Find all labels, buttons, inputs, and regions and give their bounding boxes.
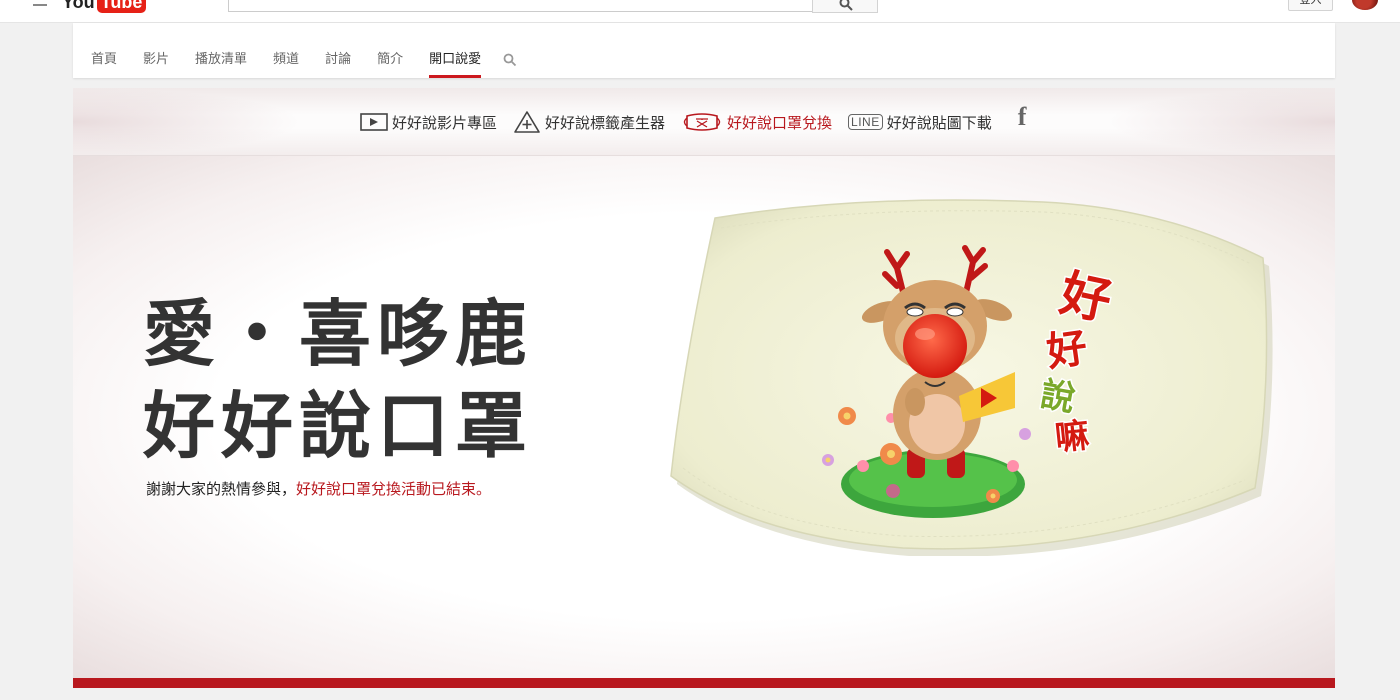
masthead-search-button[interactable] [812, 0, 878, 13]
logo-tube-text: Tube [96, 0, 147, 13]
channel-search-icon[interactable] [503, 53, 517, 67]
banner-menu-items: 好好說影片專區 好好說標籤產生器 好好說口罩兌換 LINE 好好說貼圖下載 f [360, 102, 1026, 134]
banner-bottom-bar [73, 678, 1335, 688]
line-icon: LINE [848, 114, 883, 130]
youtube-logo[interactable]: You Tube [62, 0, 147, 14]
tab-home[interactable]: 首頁 [91, 23, 117, 78]
menu-sticker-download[interactable]: LINE 好好說貼圖下載 [848, 112, 992, 133]
menu-video-zone-label: 好好說影片專區 [392, 113, 498, 132]
banner-menu: 好好說影片專區 好好說標籤產生器 好好說口罩兌換 LINE 好好說貼圖下載 f [73, 88, 1335, 156]
mask-icon [681, 112, 723, 132]
tab-about[interactable]: 簡介 [377, 23, 403, 78]
masthead-search-input[interactable] [228, 0, 813, 12]
guide-menu-icon[interactable] [33, 0, 47, 6]
art-char-4: 嘛 [1053, 415, 1091, 458]
menu-video-zone[interactable]: 好好說影片專區 [360, 112, 497, 133]
tab-speak-love[interactable]: 開口說愛 [429, 23, 482, 78]
art-char-2: 好 [1043, 325, 1090, 376]
mask-illustration: 好 好 說 嘛 [670, 199, 1273, 556]
facebook-icon[interactable]: f [1018, 102, 1027, 132]
avatar[interactable] [1352, 0, 1378, 10]
menu-tag-generator[interactable]: 好好說標籤產生器 [513, 110, 665, 134]
headline-line-2: 好好說口罩 [143, 383, 534, 468]
search-icon [839, 0, 853, 11]
tag-plus-icon [513, 110, 541, 134]
campaign-notice: 謝謝大家的熱情參與，好好說口罩兌換活動已結束。 [146, 478, 491, 499]
tab-videos[interactable]: 影片 [143, 23, 169, 78]
masthead: You Tube 登入 [0, 0, 1400, 23]
logo-you-text: You [62, 0, 95, 12]
campaign-banner: 好好說影片專區 好好說標籤產生器 好好說口罩兌換 LINE 好好說貼圖下載 f … [73, 88, 1335, 688]
banner-body: 愛・喜哆鹿 好好說口罩 謝謝大家的熱情參與，好好說口罩兌換活動已結束。 好 好 … [73, 156, 1335, 678]
line-icon-text: LINE [848, 114, 883, 130]
notice-prefix: 謝謝大家的熱情參與， [146, 480, 297, 498]
tab-channels[interactable]: 頻道 [273, 23, 299, 78]
channel-nav: 首頁 影片 播放清單 頻道 討論 簡介 開口說愛 [73, 23, 1335, 78]
play-icon [360, 112, 388, 132]
signin-button[interactable]: 登入 [1288, 0, 1333, 11]
tab-playlists[interactable]: 播放清單 [195, 23, 247, 78]
notice-highlight: 好好說口罩兌換活動已結束。 [296, 480, 492, 498]
tab-discussion[interactable]: 討論 [325, 23, 351, 78]
channel-tabs: 首頁 影片 播放清單 頻道 討論 簡介 開口說愛 [73, 23, 517, 78]
headline-line-1: 愛・喜哆鹿 [143, 291, 534, 376]
menu-tag-generator-label: 好好說標籤產生器 [545, 113, 666, 132]
art-char-3: 說 [1038, 374, 1078, 419]
menu-mask-exchange[interactable]: 好好說口罩兌換 [681, 112, 832, 133]
menu-sticker-download-label: 好好說貼圖下載 [886, 113, 992, 132]
menu-mask-exchange-label: 好好說口罩兌換 [727, 113, 833, 132]
banner-headline: 愛・喜哆鹿 好好說口罩 [143, 288, 533, 472]
